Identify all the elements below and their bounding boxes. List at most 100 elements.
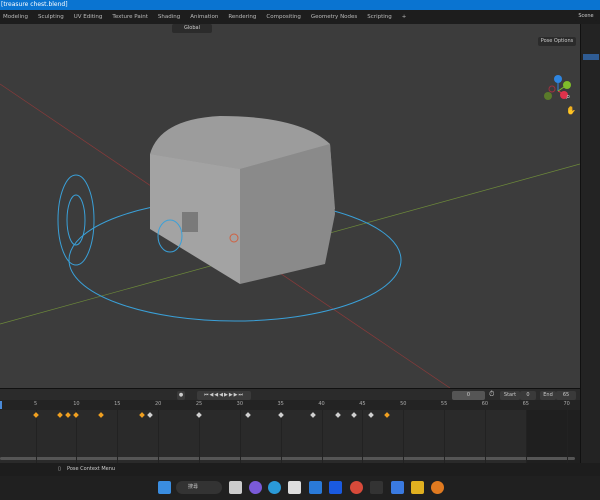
frame-gridline — [117, 410, 119, 463]
workspace-tabs: Modeling Sculpting UV Editing Texture Pa… — [0, 10, 600, 24]
gizmo-neg-x-icon — [548, 85, 556, 93]
keyframe[interactable] — [147, 412, 153, 418]
app-icon[interactable] — [391, 481, 404, 494]
current-frame-field[interactable]: 0 — [452, 391, 485, 400]
frame-tick-label: 45 — [359, 401, 366, 407]
transform-orientation-dropdown[interactable]: Global — [172, 24, 212, 33]
taskbar: 搜尋 — [0, 476, 600, 500]
taskbar-search[interactable]: 搜尋 — [176, 481, 222, 494]
keyframe[interactable] — [245, 412, 251, 418]
edge-icon[interactable] — [268, 481, 281, 494]
frame-gridline — [444, 410, 446, 463]
tab-shading[interactable]: Shading — [158, 14, 180, 20]
frame-gridline — [199, 410, 200, 463]
keyframe-selected[interactable] — [32, 412, 39, 418]
frame-tick-label: 30 — [236, 401, 244, 407]
blender-icon[interactable] — [431, 481, 444, 494]
tab-compositing[interactable]: Compositing — [266, 14, 300, 20]
search-label: 搜尋 — [188, 484, 199, 490]
frame-gridline — [76, 410, 78, 463]
treasure-chest — [150, 116, 335, 284]
tab-sculpting[interactable]: Sculpting — [38, 14, 64, 20]
pose-options-dropdown[interactable]: Pose Options — [538, 37, 576, 46]
task-view-icon[interactable] — [229, 481, 242, 494]
frame-tick-label: 50 — [400, 401, 407, 407]
frame-tick-label: 5 — [34, 401, 38, 407]
frame-tick-label: 65 — [522, 401, 529, 407]
frame-tick-label: 55 — [440, 401, 448, 407]
frame-tick-label: 40 — [318, 401, 325, 407]
tab-rendering[interactable]: Rendering — [228, 14, 256, 20]
frame-tick-label: 70 — [563, 401, 570, 407]
record-button[interactable]: ● — [177, 391, 185, 400]
frame-tick-label: 15 — [114, 401, 121, 407]
scene-selector[interactable]: Scene — [575, 12, 597, 21]
add-workspace-button[interactable]: + — [402, 14, 407, 20]
playhead[interactable] — [0, 401, 2, 409]
keyframe-selected[interactable] — [138, 412, 145, 418]
tab-animation[interactable]: Animation — [190, 14, 218, 20]
end-field[interactable]: 65 — [556, 391, 576, 400]
title-bar: [treasure chest.blend] — [0, 0, 600, 10]
frame-gridline — [239, 410, 241, 463]
tab-geometry-nodes[interactable]: Geometry Nodes — [311, 14, 357, 20]
keyframe[interactable] — [351, 412, 358, 418]
frame-gridline — [321, 410, 323, 463]
horizontal-scrollbar[interactable] — [0, 457, 575, 460]
keyframe-selected[interactable] — [98, 412, 104, 418]
outliner-selected-item[interactable] — [583, 54, 599, 60]
keyframe-selected[interactable] — [384, 412, 390, 418]
timeline-keyframes[interactable] — [0, 410, 580, 463]
mouse-icon: ▯ — [58, 466, 61, 472]
gizmo-y-icon — [563, 81, 571, 89]
bone-circle-side — [57, 174, 95, 266]
end-label: End — [540, 391, 556, 400]
frame-tick-label: 10 — [73, 401, 80, 407]
navigation-gizmo[interactable] — [538, 74, 578, 106]
notion-icon[interactable] — [370, 481, 383, 494]
gizmo-z-icon — [554, 75, 562, 83]
viewport-scene — [0, 83, 580, 388]
windows-start-icon[interactable] — [158, 481, 171, 494]
properties-tabs[interactable] — [580, 24, 600, 464]
teams-icon[interactable] — [249, 481, 262, 494]
chrome-icon[interactable] — [350, 481, 363, 494]
keyframe[interactable] — [310, 412, 317, 418]
keyframe[interactable] — [367, 412, 374, 418]
playback-controls[interactable]: ⏮◀◀◀▶▶▶⏭ — [197, 391, 251, 400]
store-icon[interactable] — [288, 481, 301, 494]
3d-viewport[interactable]: Global Pose Options ⌕ ✋ — [0, 24, 580, 388]
keyframe[interactable] — [196, 412, 202, 418]
tab-uv-editing[interactable]: UV Editing — [74, 14, 103, 20]
mail-icon[interactable] — [309, 481, 322, 494]
frame-tick-label: 60 — [481, 401, 489, 407]
gizmo-neg-y-icon — [544, 92, 552, 100]
tab-modeling[interactable]: Modeling — [3, 14, 28, 20]
tab-scripting[interactable]: Scripting — [367, 14, 391, 20]
timeline-header: ● ⏮◀◀◀▶▶▶⏭ 0 ⏱ Start 0 End 65 — [0, 388, 580, 400]
keyframe-selected[interactable] — [65, 412, 72, 418]
frame-gridline — [566, 410, 568, 463]
frame-tick-label: 25 — [195, 401, 203, 407]
frame-tick-label: 20 — [154, 401, 162, 407]
frame-gridline — [403, 410, 405, 463]
start-field[interactable]: 0 — [520, 391, 536, 400]
file-explorer-icon[interactable] — [411, 481, 424, 494]
zoom-icon[interactable]: ⌕ — [566, 92, 570, 102]
start-label: Start — [500, 391, 520, 400]
frame-gridline — [362, 410, 364, 463]
stopwatch-icon[interactable]: ⏱ — [489, 390, 494, 399]
keyframe-selected[interactable] — [57, 412, 63, 418]
tab-texture-paint[interactable]: Texture Paint — [112, 14, 148, 20]
frame-gridline — [158, 410, 160, 463]
timeline-ruler[interactable]: 5 10 15 20 25 30 35 40 45 50 55 60 65 70 — [0, 400, 580, 410]
out-of-range-area — [527, 410, 580, 463]
window-title: [treasure chest.blend] — [1, 1, 68, 8]
keyframe-selected[interactable] — [73, 412, 80, 418]
keyframe[interactable] — [335, 412, 341, 418]
dropbox-icon[interactable] — [329, 481, 342, 494]
pan-hand-icon[interactable]: ✋ — [566, 106, 576, 115]
status-bar: ▯ Pose Context Menu — [0, 463, 600, 476]
keyframe[interactable] — [277, 412, 284, 418]
status-hint: Pose Context Menu — [67, 466, 116, 472]
